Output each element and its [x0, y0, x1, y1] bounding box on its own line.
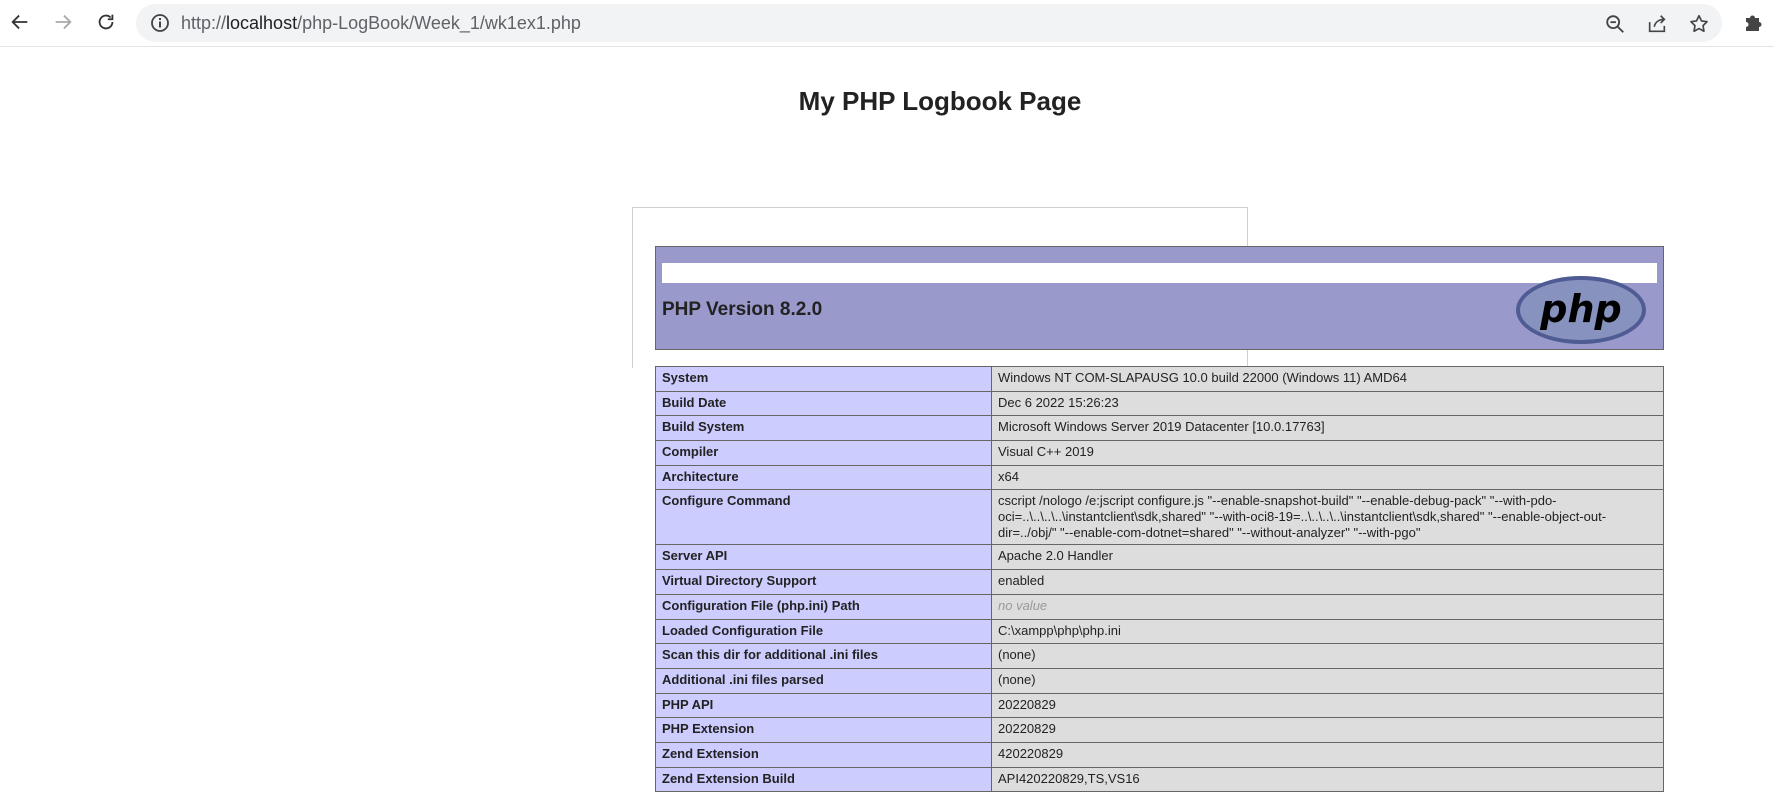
row-key: System [655, 366, 992, 392]
svg-text:php: php [1539, 287, 1621, 331]
row-key: PHP API [655, 692, 992, 719]
row-value: Microsoft Windows Server 2019 Datacenter… [991, 415, 1664, 442]
php-logo: php [1515, 275, 1647, 350]
table-row: Virtual Directory Support enabled [655, 569, 1664, 595]
row-value: 20220829 [991, 717, 1664, 743]
table-row: Scan this dir for additional .ini files(… [655, 643, 1664, 669]
table-row: Zend Extension Build API420220829,TS,VS16 [655, 766, 1664, 792]
row-key: Build Date [655, 390, 992, 417]
row-key: Compiler [655, 440, 992, 466]
row-value: (none) [991, 667, 1664, 694]
row-key: Server API [655, 544, 992, 571]
share-icon[interactable] [1646, 13, 1668, 35]
row-value: Dec 6 2022 15:26:23 [991, 390, 1664, 417]
table-row: Build System Microsoft Windows Server 201… [655, 415, 1664, 442]
row-value: enabled [991, 569, 1664, 595]
browser-toolbar: http://localhost/php-LogBook/Week_1/wk1e… [0, 0, 1774, 47]
row-key: Scan this dir for additional .ini files [655, 643, 992, 669]
row-value: (none) [991, 643, 1664, 669]
row-value: Windows NT COM-SLAPAUSG 10.0 build 22000… [991, 366, 1664, 392]
star-icon[interactable] [1688, 13, 1710, 35]
row-key: Virtual Directory Support [655, 569, 992, 595]
row-key: Architecture [655, 464, 992, 491]
row-key: Zend Extension [655, 741, 992, 768]
url-text[interactable]: http://localhost/php-LogBook/Week_1/wk1e… [181, 4, 581, 42]
table-row: Configure Command cscript /nologo /e:jscr… [655, 489, 1664, 546]
phpinfo-header: PHP Version 8.2.0 php [655, 246, 1664, 350]
url-host: localhost [226, 13, 298, 33]
table-row: Additional .ini files parsed (none) [655, 667, 1664, 694]
phpinfo-table: System Windows NT COM-SLAPAUSG 10.0 build… [655, 366, 1664, 792]
address-bar[interactable]: http://localhost/php-LogBook/Week_1/wk1e… [136, 4, 1722, 42]
table-row: Server API Apache 2.0 Handler [655, 544, 1664, 571]
row-key: PHP Extension [655, 717, 992, 743]
row-key: Zend Extension Build [655, 766, 992, 792]
info-icon[interactable] [150, 13, 170, 33]
reload-icon[interactable] [91, 7, 121, 37]
row-key: Configure Command [655, 489, 992, 546]
table-row: Compiler Visual C++ 2019 [655, 440, 1664, 466]
table-row: PHP Extension 20220829 [655, 717, 1664, 743]
table-row: Architecture x64 [655, 464, 1664, 491]
forward-arrow-icon[interactable] [48, 7, 78, 37]
row-value: Apache 2.0 Handler [991, 544, 1664, 571]
row-value: 420220829 [991, 741, 1664, 768]
row-key: Additional .ini files parsed [655, 667, 992, 694]
url-path: /php-LogBook/Week_1/wk1ex1.php [297, 13, 581, 33]
header-bar [662, 263, 1657, 283]
row-key: Build System [655, 415, 992, 442]
row-value: x64 [991, 464, 1664, 491]
row-key: Configuration File (php.ini) Path [655, 593, 992, 620]
row-value: C:\xampp\php\php.ini [991, 618, 1664, 645]
url-prefix: http:// [181, 13, 227, 33]
row-value: Visual C++ 2019 [991, 440, 1664, 466]
puzzle-icon[interactable] [1742, 10, 1766, 34]
page-title: My PHP Logbook Page [798, 86, 1082, 116]
row-value: no value [991, 593, 1664, 620]
php-version: PHP Version 8.2.0 [662, 299, 823, 320]
table-row: System Windows NT COM-SLAPAUSG 10.0 build… [655, 366, 1664, 392]
table-row: Zend Extension 420220829 [655, 741, 1664, 768]
back-arrow-icon[interactable] [5, 7, 35, 37]
row-key: Loaded Configuration File [655, 618, 992, 645]
table-row: PHP API 20220829 [655, 692, 1664, 719]
table-row: Build Date Dec 6 2022 15:26:23 [655, 390, 1664, 417]
row-value: API420220829,TS,VS16 [991, 766, 1664, 792]
zoom-out-icon[interactable] [1604, 13, 1626, 35]
row-value: 20220829 [991, 692, 1664, 719]
table-row: Configuration File (php.ini) Path no valu… [655, 593, 1664, 620]
table-row: Loaded Configuration File C:\xampp\php\ph… [655, 618, 1664, 645]
row-value: cscript /nologo /e:jscript configure.js … [991, 489, 1664, 546]
